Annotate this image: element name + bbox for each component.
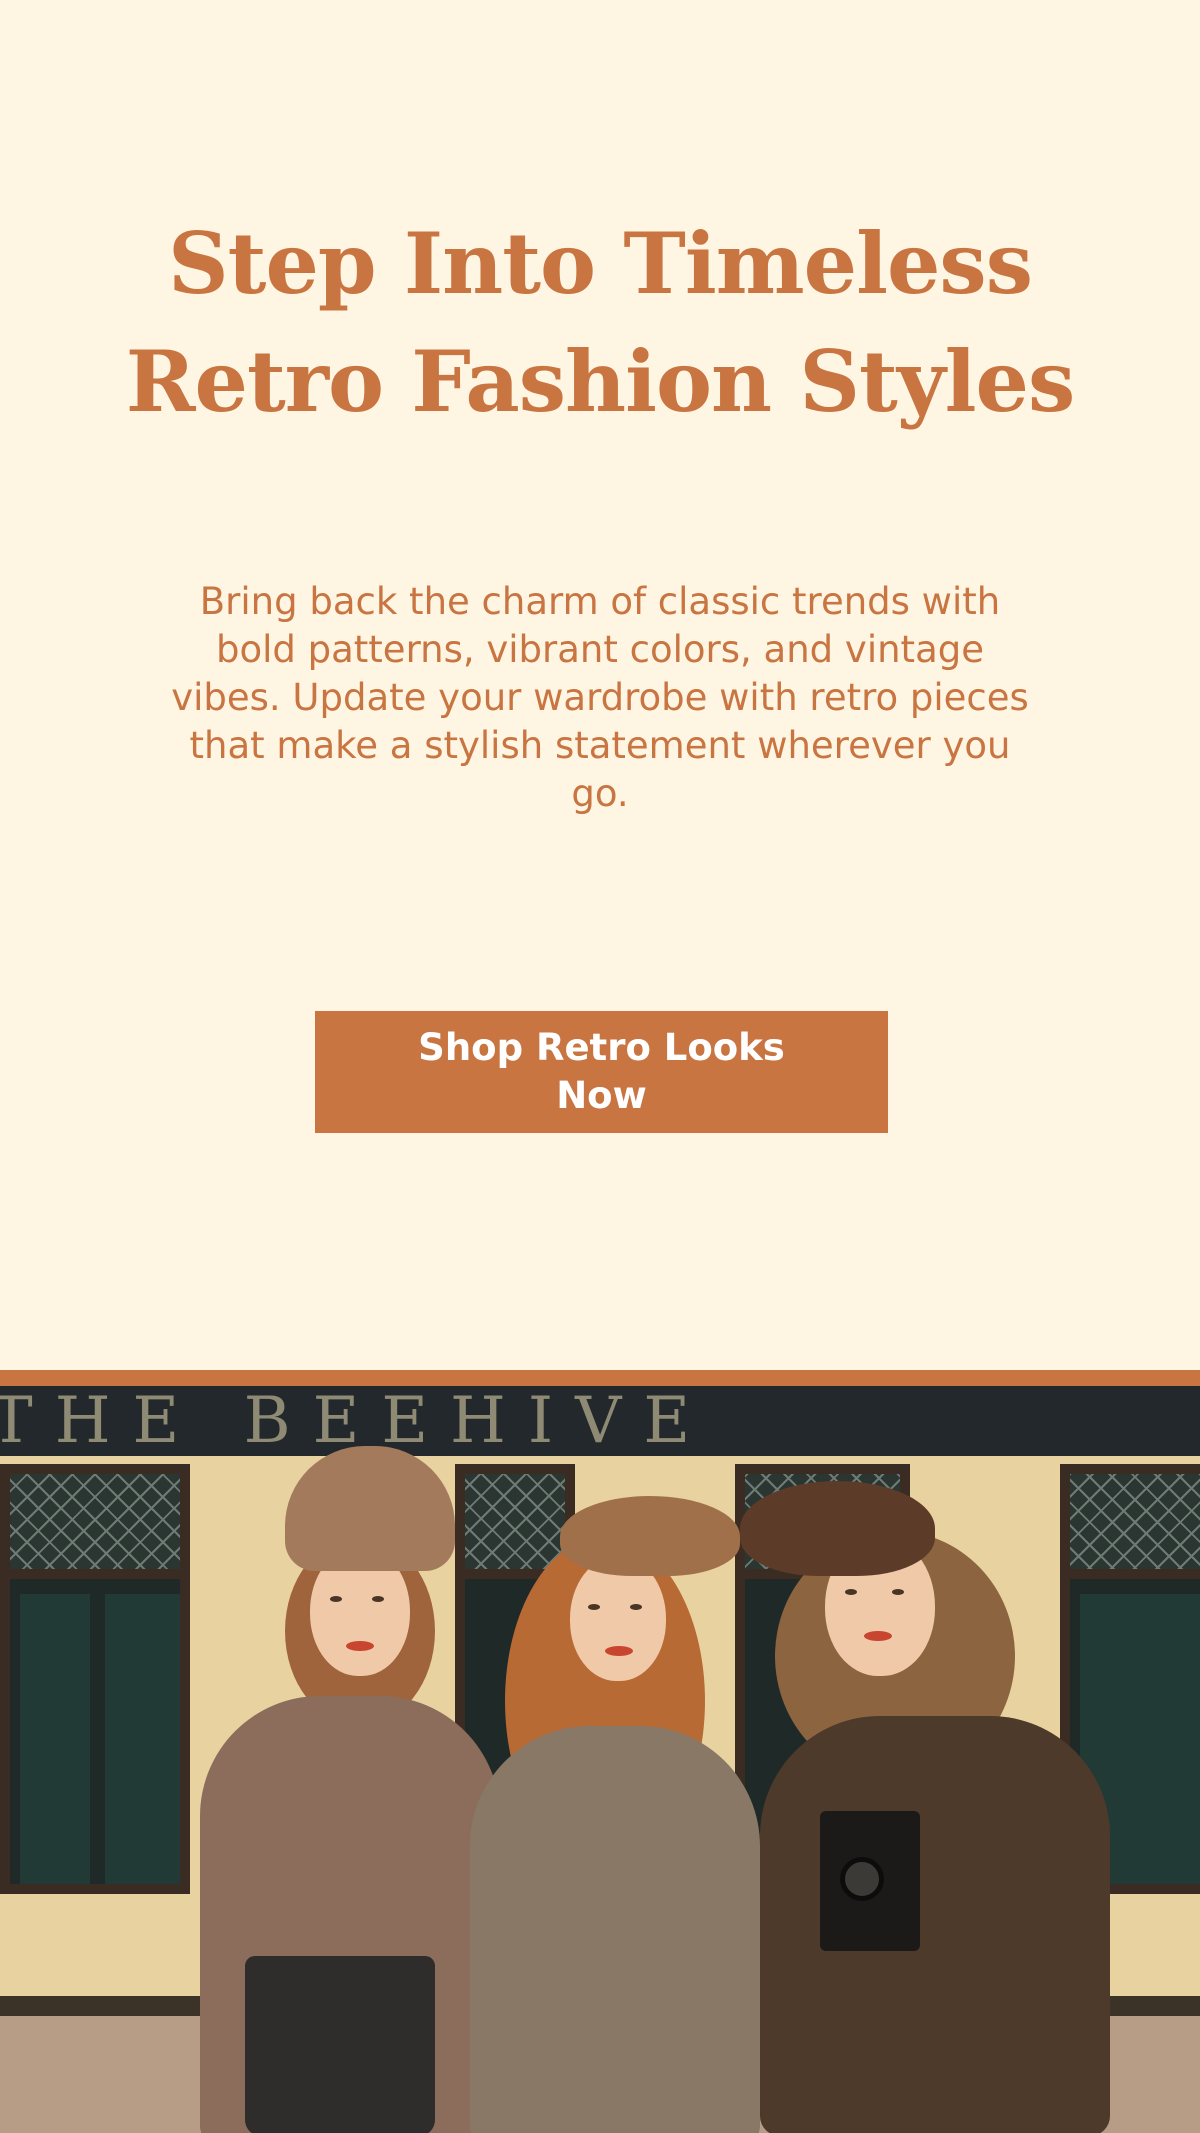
shop-retro-looks-button[interactable]: Shop Retro Looks Now <box>315 1011 888 1133</box>
storefront-window-left <box>0 1464 190 1894</box>
hero-description: Bring back the charm of classic trends w… <box>171 580 1029 815</box>
accent-divider <box>0 1370 1200 1386</box>
hero-headline: Step Into Timeless Retro Fashion Styles <box>100 205 1100 441</box>
hero-photo: THE BEEHIVE <box>0 1386 1200 2133</box>
storefront-sign: THE BEEHIVE <box>0 1386 1200 1456</box>
cta-label: Shop Retro Looks Now <box>418 1026 785 1117</box>
model-middle <box>460 1496 780 2133</box>
headline-line-1: Step Into Timeless <box>168 214 1033 313</box>
hero-section: Step Into Timeless Retro Fashion Styles … <box>0 0 1200 1370</box>
vintage-camera <box>820 1811 920 1951</box>
handbag <box>245 1956 435 2133</box>
model-right <box>740 1481 1160 2133</box>
storefront-sign-text: THE BEEHIVE <box>0 1386 713 1458</box>
headline-line-2: Retro Fashion Styles <box>125 332 1076 431</box>
